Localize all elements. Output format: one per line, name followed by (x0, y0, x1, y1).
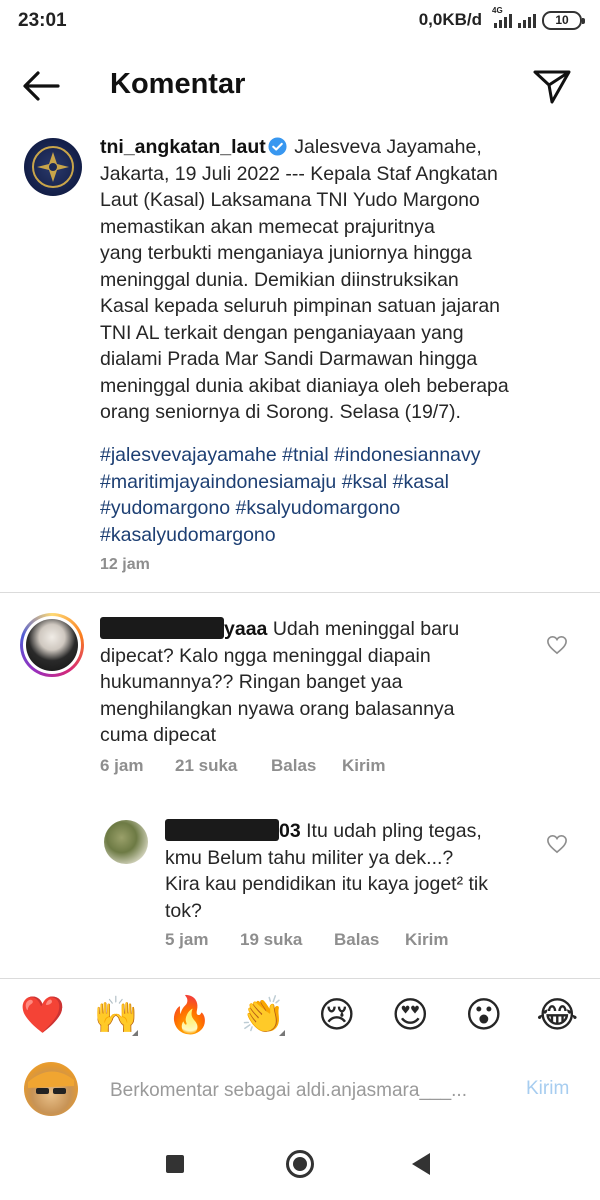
recent-apps-icon[interactable] (166, 1155, 184, 1173)
hashtag-line[interactable]: #kasalyudomargono (100, 524, 276, 546)
caption-line: Jalesveva Jayamahe, (294, 136, 482, 158)
comment-input[interactable] (110, 1076, 500, 1106)
signal-icon (518, 12, 536, 28)
network-speed: 0,0KB/d (418, 10, 482, 29)
status-bar: 23:01 0,0KB/d 4G 10 (0, 0, 600, 42)
caption-line: dialami Prada Mar Sandi Darmawan hingga (100, 348, 478, 370)
comment-text: 03 Itu udah pling tegas, kmu Belum tahu … (165, 819, 489, 922)
status-time: 23:01 (18, 10, 67, 31)
verified-badge-icon (268, 137, 287, 156)
page-title: Komentar (110, 68, 246, 100)
send-button[interactable]: Kirim (342, 756, 385, 776)
avatar[interactable] (20, 613, 84, 677)
caption-line: Jakarta, 19 Juli 2022 --- Kepala Staf An… (100, 162, 498, 185)
home-icon[interactable] (286, 1150, 314, 1178)
heart-eyes-emoji-icon[interactable]: 😍 (384, 994, 436, 1038)
post-time: 12 jam (100, 556, 150, 573)
comment-meta: 6 jam 21 suka Balas Kirim (100, 756, 385, 776)
avatar[interactable] (104, 820, 148, 864)
post-username[interactable]: tni_angkatan_laut (100, 136, 266, 158)
tears-of-joy-emoji-icon[interactable]: 😂 (531, 994, 583, 1038)
divider (0, 592, 600, 593)
caption-line: meninggal dunia akibat dianiaya oleh beb… (100, 374, 509, 397)
avatar[interactable] (24, 138, 82, 196)
caption-line: Laut (Kasal) Laksamana TNI Yudo Margono (100, 189, 480, 211)
comment-time: 5 jam (165, 930, 209, 949)
signal-4g-icon: 4G (492, 6, 512, 28)
avatar (24, 1062, 78, 1116)
like-heart-icon[interactable] (546, 834, 568, 854)
comment-meta: 5 jam 19 suka Balas Kirim (165, 930, 448, 950)
share-button[interactable] (530, 66, 574, 106)
comment-username[interactable]: yaaa (224, 618, 267, 640)
caption-line: meninggal dunia. Demikian diinstruksikan (100, 268, 459, 291)
raising-hands-emoji-icon[interactable]: 🙌 (90, 994, 142, 1038)
caption-line: orang seniornya di Sorong. Selasa (19/7)… (100, 401, 461, 423)
caption-line: Kasal kepada seluruh pimpinan satuan jaj… (100, 295, 501, 317)
hashtags: #jalesvevajayamahe #tnial #indonesiannav… (100, 442, 570, 548)
redacted-username (100, 617, 224, 639)
paper-plane-icon (533, 70, 571, 104)
caption-line: TNI AL terkait dengan penganiayaan yang (100, 321, 464, 344)
caption-line: yang terbukti menganiaya juniornya hingg… (100, 242, 472, 264)
comment-text: yaaa Udah meninggal baru dipecat? Kalo n… (100, 617, 460, 746)
signal-label: 4G (492, 6, 503, 15)
heart-emoji-icon[interactable]: ❤️ (17, 994, 69, 1038)
reply-button[interactable]: Balas (334, 930, 405, 950)
divider (0, 978, 600, 979)
clapping-hands-emoji-icon[interactable]: 👏 (237, 994, 289, 1038)
arrow-left-icon (23, 71, 60, 101)
user-photo-icon (28, 1071, 74, 1094)
caption-text: tni_angkatan_laut Jalesveva Jayamahe, Ja… (100, 134, 562, 426)
comment: yaaa Udah meninggal baru dipecat? Kalo n… (0, 600, 600, 790)
hashtag-line[interactable]: #maritimjayaindonesiamaju #ksal #kasal (100, 471, 449, 493)
post-comment-button[interactable]: Kirim (526, 1078, 569, 1100)
header: Komentar (0, 42, 600, 128)
emoji-bar: ❤️ 🙌 🔥 👏 😢 😍 😮 😂 (0, 990, 600, 1042)
crying-face-emoji-icon[interactable]: 😢 (311, 994, 363, 1038)
surprised-face-emoji-icon[interactable]: 😮 (458, 994, 510, 1038)
fire-emoji-icon[interactable]: 🔥 (164, 994, 216, 1038)
hashtag-line[interactable]: #yudomargono #ksalyudomargono (100, 497, 400, 519)
status-indicators: 0,0KB/d 4G 10 (418, 6, 585, 30)
battery-icon: 10 (542, 10, 585, 30)
navy-emblem-icon (32, 146, 74, 188)
back-button[interactable] (18, 66, 64, 106)
hashtag-line[interactable]: #jalesvevajayamahe #tnial #indonesiannav… (100, 444, 481, 466)
redacted-username (165, 819, 279, 841)
like-count[interactable]: 19 suka (240, 930, 334, 950)
comment-time: 6 jam (100, 756, 144, 775)
caption-line: memastikan akan memecat prajuritnya (100, 215, 435, 238)
like-heart-icon[interactable] (546, 635, 568, 655)
reply-button[interactable]: Balas (271, 756, 342, 776)
comment-composer: Kirim (0, 1058, 600, 1128)
send-button[interactable]: Kirim (405, 930, 448, 950)
comment-username[interactable]: 03 (279, 820, 301, 842)
like-count[interactable]: 21 suka (175, 756, 271, 776)
system-nav-bar (0, 1130, 600, 1200)
nav-back-icon[interactable] (412, 1153, 430, 1175)
reply-comment: 03 Itu udah pling tegas, kmu Belum tahu … (0, 808, 600, 968)
